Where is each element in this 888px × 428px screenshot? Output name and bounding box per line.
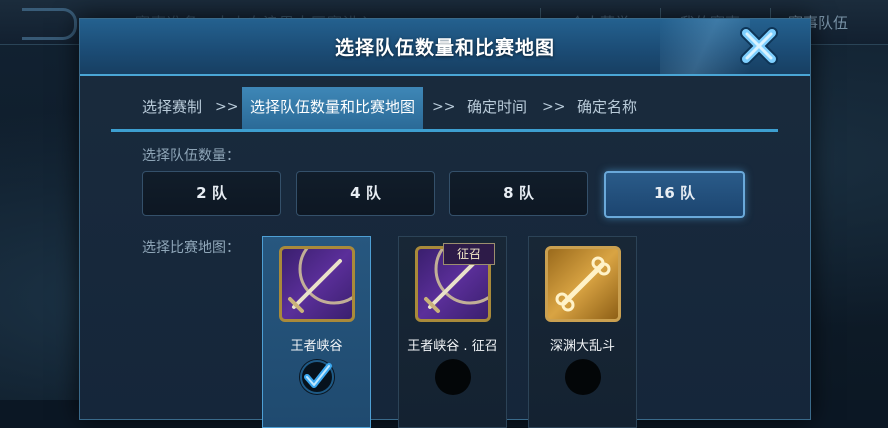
map-name: 王者峡谷 . 征召 (407, 339, 498, 354)
map-name: 深渊大乱斗 (549, 339, 615, 354)
back-arrow-icon (22, 8, 77, 40)
step-select-teams-map[interactable]: 选择队伍数量和比赛地图 (242, 87, 424, 129)
sword-icon (279, 233, 370, 322)
step-confirm-time[interactable]: 确定时间 (467, 87, 527, 129)
draft-badge: 征召 (443, 243, 495, 265)
team-option-4[interactable]: 4 队 (296, 171, 435, 216)
step-confirm-name[interactable]: 确定名称 (577, 87, 637, 129)
close-x-icon (740, 27, 778, 65)
dialog-title: 选择队伍数量和比赛地图 (334, 37, 555, 59)
map-radio[interactable] (565, 359, 601, 395)
map-card-kings-canyon-draft[interactable]: 征召 王者峡谷 . 征召 (398, 233, 507, 428)
select-teams-map-dialog: 选择队伍数量和比赛地图 选择赛制 >> 选择队伍数量和比赛地图 >> 确定时间 … (79, 18, 811, 428)
bone-icon (545, 246, 621, 322)
team-option-16[interactable]: 16 队 (604, 171, 745, 218)
step-separator: >> (542, 99, 566, 115)
map-card-abyss-brawl[interactable]: 深渊大乱斗 (528, 236, 637, 428)
team-option-8[interactable]: 8 队 (449, 171, 588, 216)
close-button[interactable] (736, 23, 782, 69)
map-label: 选择比赛地图： (142, 240, 240, 256)
step-breadcrumb: 选择赛制 >> 选择队伍数量和比赛地图 >> 确定时间 >> 确定名称 (111, 87, 778, 132)
step-select-format[interactable]: 选择赛制 (142, 87, 202, 129)
check-icon (300, 360, 334, 394)
map-radio-selected[interactable] (299, 359, 335, 395)
dialog-header: 选择队伍数量和比赛地图 (80, 19, 810, 76)
team-count-label: 选择队伍数量： (142, 148, 240, 164)
step-separator: >> (432, 99, 456, 115)
map-radio[interactable] (435, 359, 471, 395)
map-name: 王者峡谷 (290, 339, 343, 354)
map-card-kings-canyon[interactable]: 王者峡谷 (262, 233, 371, 428)
step-separator: >> (215, 99, 239, 115)
team-option-2[interactable]: 2 队 (142, 171, 281, 216)
